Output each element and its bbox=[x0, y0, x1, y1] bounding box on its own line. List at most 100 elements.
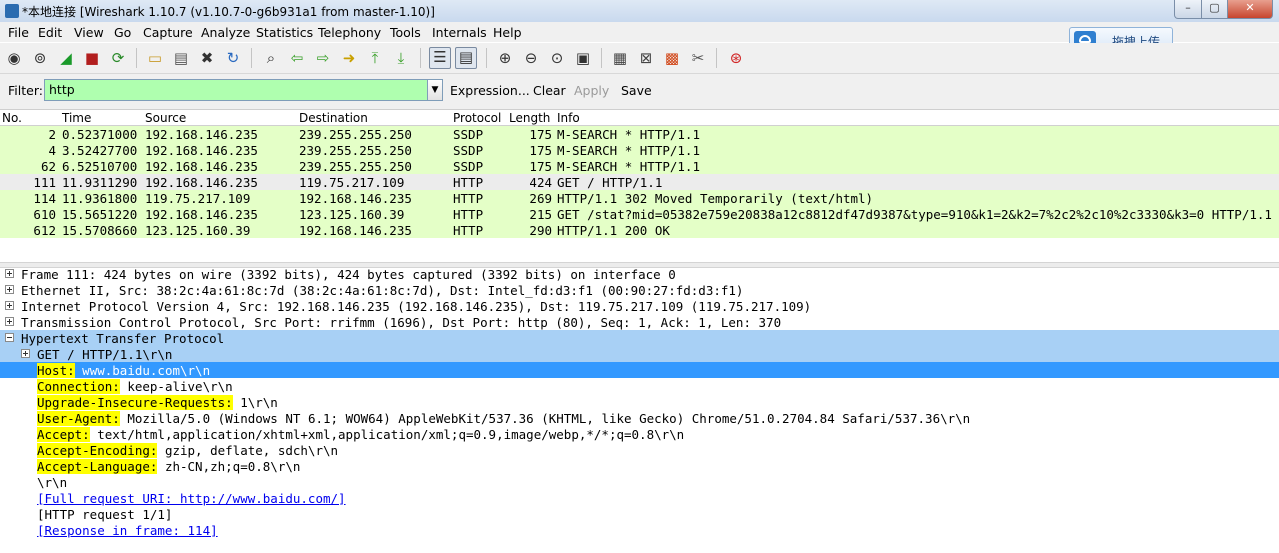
filter-dropdown-button[interactable]: ▼ bbox=[427, 79, 443, 101]
menu-analyze[interactable]: Analyze bbox=[201, 25, 250, 40]
tree-item-header[interactable]: Accept-Encoding: gzip, deflate, sdch\r\n bbox=[0, 442, 1279, 458]
go-forward-icon[interactable]: ⇨ bbox=[314, 49, 332, 67]
save-file-icon[interactable]: ▤ bbox=[172, 49, 190, 67]
interface-list-icon[interactable]: ◉ bbox=[5, 49, 23, 67]
cell-no: 2 bbox=[48, 127, 56, 142]
close-window-button[interactable]: ✕ bbox=[1227, 0, 1273, 19]
menu-go[interactable]: Go bbox=[114, 25, 131, 40]
tree-item-get-line[interactable]: GET / HTTP/1.1\r\n bbox=[0, 346, 1279, 362]
maximize-button[interactable]: ▢ bbox=[1201, 0, 1228, 19]
normal-size-icon[interactable]: ⊙ bbox=[548, 49, 566, 67]
save-filter-button[interactable]: Save bbox=[621, 83, 652, 98]
expand-plus-icon[interactable] bbox=[5, 317, 14, 326]
menu-tools[interactable]: Tools bbox=[390, 25, 421, 40]
cell-protocol: SSDP bbox=[453, 159, 484, 174]
go-to-packet-icon[interactable]: ➜ bbox=[340, 49, 358, 67]
last-packet-icon[interactable]: ⤓ bbox=[392, 49, 410, 67]
window-title: *本地连接 [Wireshark 1.10.7 (v1.10.7-0-g6b93… bbox=[22, 5, 435, 19]
coloring-rules-icon[interactable]: ▩ bbox=[663, 49, 681, 67]
tree-item-ethernet[interactable]: Ethernet II, Src: 38:2c:4a:61:8c:7d (38:… bbox=[0, 282, 1279, 298]
apply-button[interactable]: Apply bbox=[574, 83, 609, 98]
packet-row[interactable]: 610 15.5651220 192.168.146.235 123.125.1… bbox=[0, 206, 1279, 222]
menu-file[interactable]: File bbox=[8, 25, 29, 40]
display-filter-input[interactable]: http bbox=[44, 79, 428, 101]
tree-item-http[interactable]: Hypertext Transfer Protocol bbox=[0, 330, 1279, 346]
zoom-in-icon[interactable]: ⊕ bbox=[496, 49, 514, 67]
tree-item-header[interactable]: Accept: text/html,application/xhtml+xml,… bbox=[0, 426, 1279, 442]
tree-item-request-no[interactable]: [HTTP request 1/1] bbox=[0, 506, 1279, 522]
expand-plus-icon[interactable] bbox=[5, 269, 14, 278]
expand-plus-icon[interactable] bbox=[21, 349, 30, 358]
cell-info: GET / HTTP/1.1 bbox=[557, 175, 663, 190]
packet-row[interactable]: 62 6.52510700 192.168.146.235 239.255.25… bbox=[0, 158, 1279, 174]
menu-capture[interactable]: Capture bbox=[143, 25, 193, 40]
display-filters-icon[interactable]: ⊠ bbox=[637, 49, 655, 67]
packet-row[interactable]: 4 3.52427700 192.168.146.235 239.255.255… bbox=[0, 142, 1279, 158]
resize-columns-icon[interactable]: ▣ bbox=[574, 49, 592, 67]
collapse-minus-icon[interactable] bbox=[5, 333, 14, 342]
cell-no: 114 bbox=[33, 191, 56, 206]
col-header-source[interactable]: Source bbox=[145, 111, 186, 125]
auto-scroll-icon[interactable]: ▤ bbox=[455, 47, 477, 69]
menu-statistics[interactable]: Statistics bbox=[256, 25, 313, 40]
col-header-time[interactable]: Time bbox=[62, 111, 91, 125]
tree-item-header[interactable]: Connection: keep-alive\r\n bbox=[0, 378, 1279, 394]
colorize-icon[interactable]: ☰ bbox=[429, 47, 451, 69]
expand-plus-icon[interactable] bbox=[5, 285, 14, 294]
menu-internals[interactable]: Internals bbox=[432, 25, 487, 40]
menu-help[interactable]: Help bbox=[493, 25, 522, 40]
cell-time: 3.52427700 bbox=[62, 143, 138, 158]
header-value: Mozilla/5.0 (Windows NT 6.1; WOW64) Appl… bbox=[119, 411, 971, 426]
menu-edit[interactable]: Edit bbox=[38, 25, 62, 40]
cell-destination: 119.75.217.109 bbox=[299, 175, 405, 190]
open-file-icon[interactable]: ▭ bbox=[146, 49, 164, 67]
find-icon[interactable]: ⌕ bbox=[262, 49, 280, 67]
expand-plus-icon[interactable] bbox=[5, 301, 14, 310]
tree-item-header[interactable]: Accept-Language: zh-CN,zh;q=0.8\r\n bbox=[0, 458, 1279, 474]
response-in-frame-link[interactable]: [Response in frame: 114] bbox=[37, 523, 218, 538]
packet-row[interactable]: 2 0.52371000 192.168.146.235 239.255.255… bbox=[0, 126, 1279, 142]
tree-item-header[interactable]: Upgrade-Insecure-Requests: 1\r\n bbox=[0, 394, 1279, 410]
cell-source: 192.168.146.235 bbox=[145, 175, 258, 190]
tree-item-tcp[interactable]: Transmission Control Protocol, Src Port:… bbox=[0, 314, 1279, 330]
col-header-protocol[interactable]: Protocol bbox=[453, 111, 501, 125]
tree-item-ip[interactable]: Internet Protocol Version 4, Src: 192.16… bbox=[0, 298, 1279, 314]
col-header-destination[interactable]: Destination bbox=[299, 111, 368, 125]
reload-icon[interactable]: ↻ bbox=[224, 49, 242, 67]
stop-capture-icon[interactable]: ■ bbox=[83, 49, 101, 67]
full-request-uri-link[interactable]: [Full request URI: http://www.baidu.com/… bbox=[37, 491, 346, 506]
restart-capture-icon[interactable]: ⟳ bbox=[109, 49, 127, 67]
packet-row[interactable]: 612 15.5708660 123.125.160.39 192.168.14… bbox=[0, 222, 1279, 238]
help-icon[interactable]: ⊛ bbox=[727, 49, 745, 67]
options-icon[interactable]: ⊚ bbox=[31, 49, 49, 67]
menu-telephony[interactable]: Telephony bbox=[318, 25, 381, 40]
col-header-info[interactable]: Info bbox=[557, 111, 580, 125]
tree-item-label: GET / HTTP/1.1\r\n bbox=[37, 347, 173, 362]
first-packet-icon[interactable]: ⤒ bbox=[366, 49, 384, 67]
col-header-no[interactable]: No. bbox=[2, 111, 22, 125]
clear-button[interactable]: Clear bbox=[533, 83, 566, 98]
tree-item-host-selected[interactable]: Host: www.baidu.com\r\n bbox=[0, 362, 1279, 378]
tree-item-crlf[interactable]: \r\n bbox=[0, 474, 1279, 490]
preferences-icon[interactable]: ✂ bbox=[689, 49, 707, 67]
cell-source: 192.168.146.235 bbox=[145, 127, 258, 142]
col-header-length[interactable]: Length bbox=[509, 111, 550, 125]
tree-item-full-uri[interactable]: [Full request URI: http://www.baidu.com/… bbox=[0, 490, 1279, 506]
minimize-button[interactable]: – bbox=[1174, 0, 1202, 19]
tree-item-label: Ethernet II, Src: 38:2c:4a:61:8c:7d (38:… bbox=[21, 283, 744, 298]
packet-row-selected[interactable]: 111 11.9311290 192.168.146.235 119.75.21… bbox=[0, 174, 1279, 190]
cell-no: 111 bbox=[33, 175, 56, 190]
menu-view[interactable]: View bbox=[74, 25, 104, 40]
tree-item-frame[interactable]: Frame 111: 424 bytes on wire (3392 bits)… bbox=[0, 266, 1279, 282]
cell-time: 0.52371000 bbox=[62, 127, 138, 142]
expression-button[interactable]: Expression... bbox=[450, 83, 530, 98]
packet-row[interactable]: 114 11.9361800 119.75.217.109 192.168.14… bbox=[0, 190, 1279, 206]
cell-info: HTTP/1.1 200 OK bbox=[557, 223, 670, 238]
zoom-out-icon[interactable]: ⊖ bbox=[522, 49, 540, 67]
close-file-icon[interactable]: ✖ bbox=[198, 49, 216, 67]
capture-filters-icon[interactable]: ▦ bbox=[611, 49, 629, 67]
tree-item-header[interactable]: User-Agent: Mozilla/5.0 (Windows NT 6.1;… bbox=[0, 410, 1279, 426]
go-back-icon[interactable]: ⇦ bbox=[288, 49, 306, 67]
start-capture-icon[interactable]: ◢ bbox=[57, 49, 75, 67]
tree-item-response-in[interactable]: [Response in frame: 114] bbox=[0, 522, 1279, 538]
